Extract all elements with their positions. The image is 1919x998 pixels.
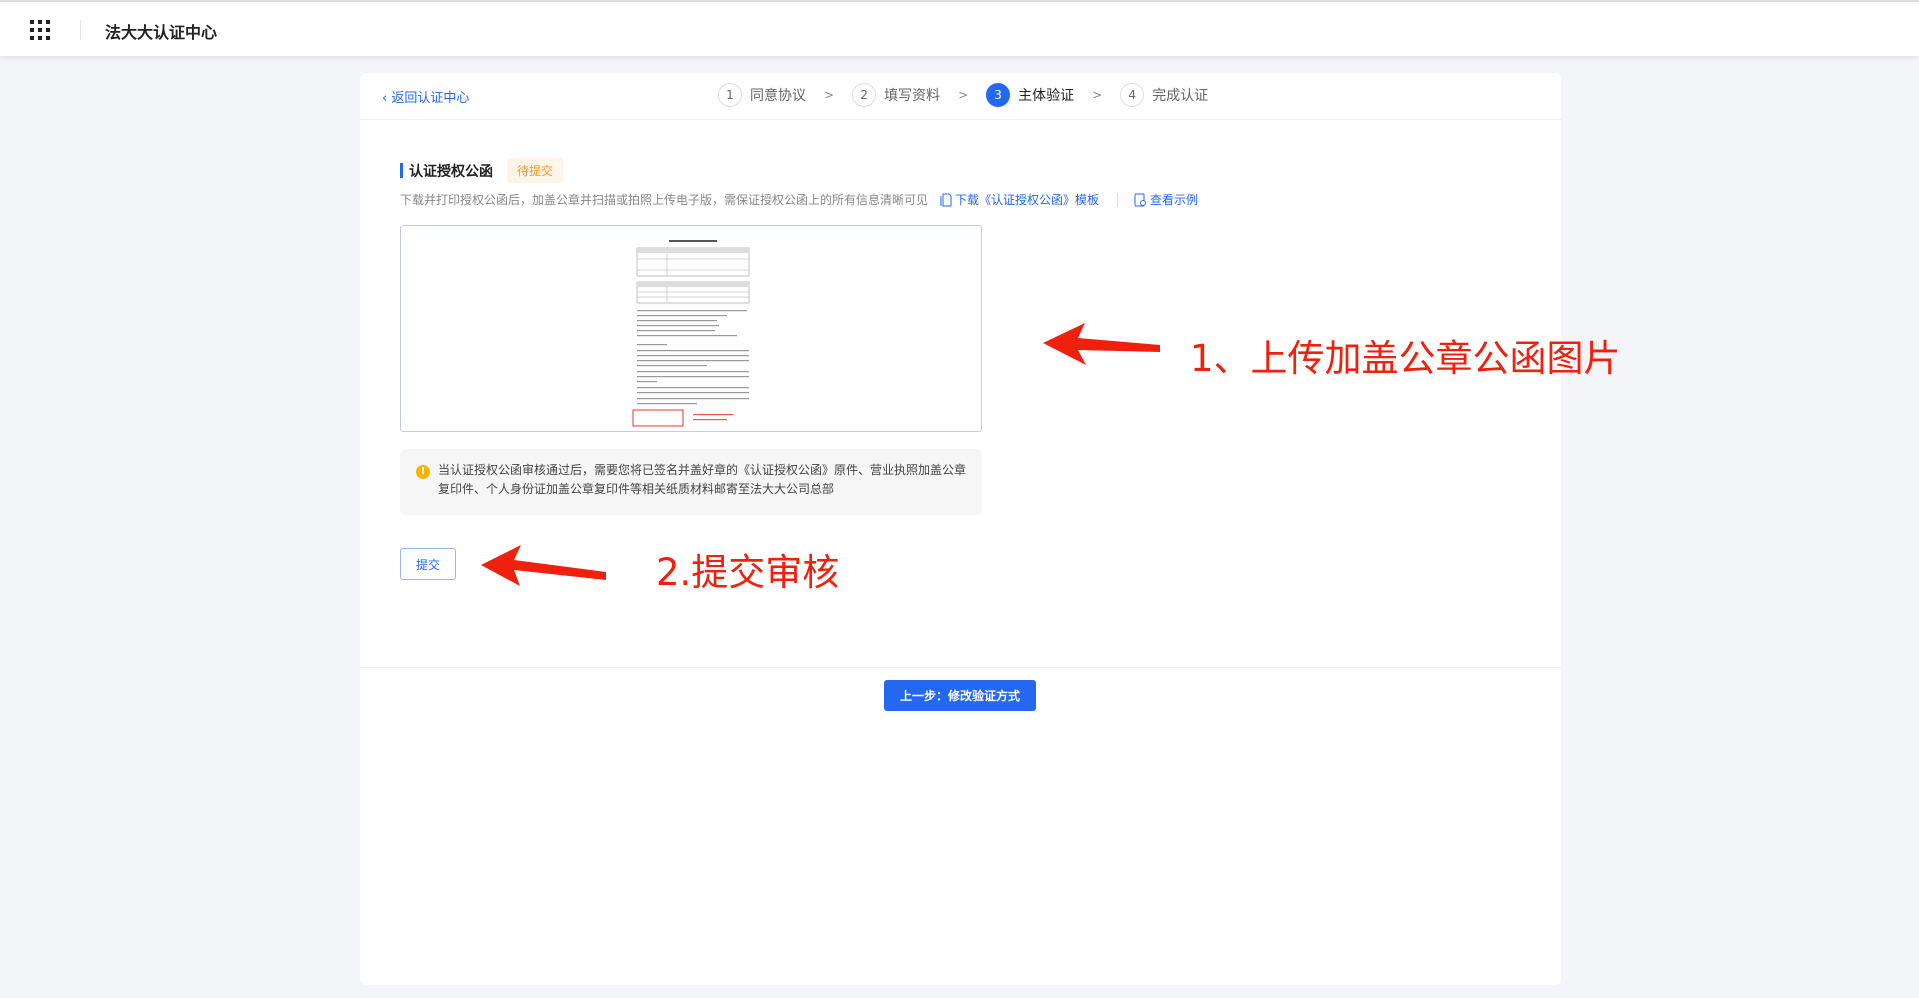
annotation-arrows [481,323,1160,586]
annotation-upload: 1、上传加盖公章公函图片 [1190,337,1621,380]
arrow-icon [1043,323,1160,365]
arrow-icon [481,545,606,586]
annotation-submit: 2.提交审核 [656,551,840,594]
